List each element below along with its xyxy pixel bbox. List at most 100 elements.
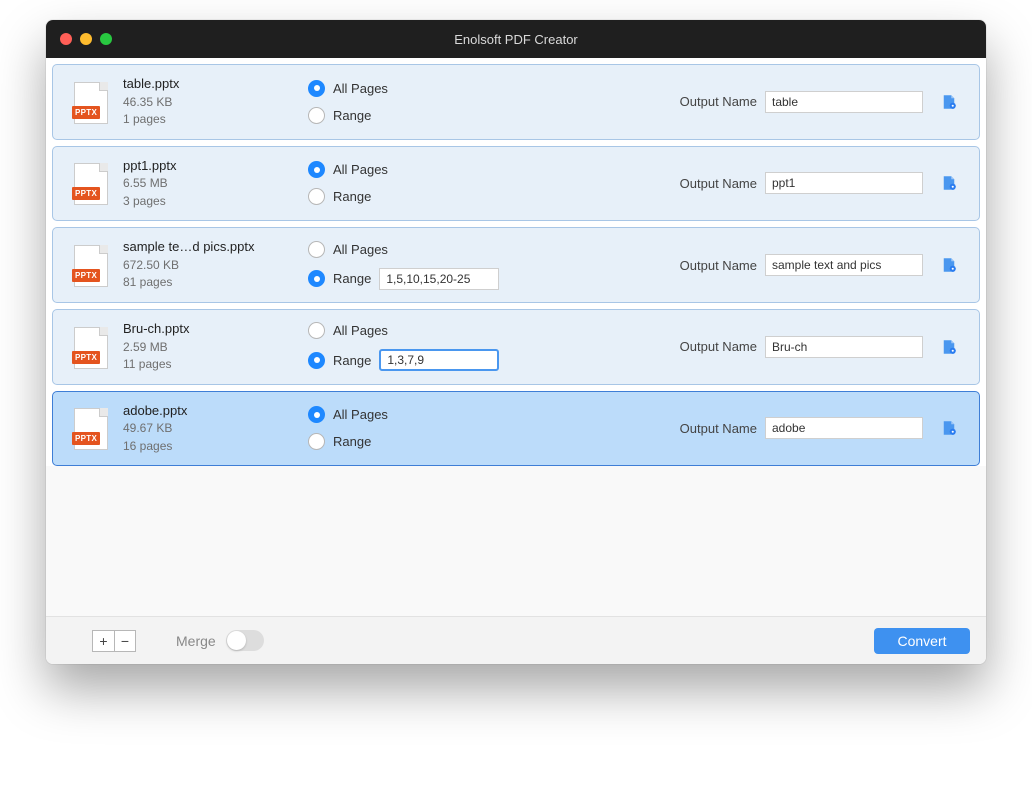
all-pages-label: All Pages <box>333 242 388 257</box>
file-type-icon: PPTX <box>69 406 113 450</box>
output-name-label: Output Name <box>680 339 757 354</box>
all-pages-option[interactable]: All Pages <box>308 241 548 258</box>
output-name-label: Output Name <box>680 94 757 109</box>
output-name-group: Output Name <box>680 172 923 194</box>
range-option[interactable]: Range <box>308 107 548 124</box>
file-name: sample te…d pics.pptx <box>123 238 308 257</box>
file-meta: ppt1.pptx 6.55 MB 3 pages <box>123 157 308 211</box>
page-range-group: All Pages Range <box>308 406 548 450</box>
all-pages-label: All Pages <box>333 81 388 96</box>
file-size: 49.67 KB <box>123 420 308 437</box>
row-settings-icon[interactable] <box>935 93 963 111</box>
file-pages: 81 pages <box>123 274 308 291</box>
convert-button[interactable]: Convert <box>874 628 970 654</box>
page-range-group: All Pages Range <box>308 241 548 290</box>
file-name: Bru-ch.pptx <box>123 320 308 339</box>
file-badge: PPTX <box>72 106 100 119</box>
row-settings-icon[interactable] <box>935 338 963 356</box>
range-input[interactable] <box>379 349 499 371</box>
file-badge: PPTX <box>72 187 100 200</box>
file-pages: 1 pages <box>123 111 308 128</box>
titlebar: Enolsoft PDF Creator <box>46 20 986 58</box>
all-pages-label: All Pages <box>333 407 388 422</box>
output-name-group: Output Name <box>680 254 923 276</box>
range-radio[interactable] <box>308 433 325 450</box>
range-option[interactable]: Range <box>308 349 548 371</box>
range-radio[interactable] <box>308 352 325 369</box>
all-pages-radio[interactable] <box>308 80 325 97</box>
file-type-icon: PPTX <box>69 325 113 369</box>
file-row[interactable]: PPTX table.pptx 46.35 KB 1 pages All Pag… <box>52 64 980 140</box>
remove-file-button[interactable]: − <box>114 630 136 652</box>
output-name-group: Output Name <box>680 91 923 113</box>
window-title: Enolsoft PDF Creator <box>46 32 986 47</box>
all-pages-radio[interactable] <box>308 406 325 423</box>
output-name-group: Output Name <box>680 336 923 358</box>
file-row[interactable]: PPTX adobe.pptx 49.67 KB 16 pages All Pa… <box>52 391 980 467</box>
file-size: 6.55 MB <box>123 175 308 192</box>
file-size: 672.50 KB <box>123 257 308 274</box>
all-pages-radio[interactable] <box>308 161 325 178</box>
all-pages-label: All Pages <box>333 323 388 338</box>
file-badge: PPTX <box>72 351 100 364</box>
range-option[interactable]: Range <box>308 433 548 450</box>
range-option[interactable]: Range <box>308 268 548 290</box>
range-label: Range <box>333 271 371 286</box>
output-name-input[interactable] <box>765 172 923 194</box>
all-pages-option[interactable]: All Pages <box>308 80 548 97</box>
range-label: Range <box>333 434 371 449</box>
file-meta: Bru-ch.pptx 2.59 MB 11 pages <box>123 320 308 374</box>
file-meta: table.pptx 46.35 KB 1 pages <box>123 75 308 129</box>
all-pages-label: All Pages <box>333 162 388 177</box>
file-row[interactable]: PPTX Bru-ch.pptx 2.59 MB 11 pages All Pa… <box>52 309 980 385</box>
file-list: PPTX table.pptx 46.35 KB 1 pages All Pag… <box>46 58 986 466</box>
output-name-input[interactable] <box>765 417 923 439</box>
range-label: Range <box>333 353 371 368</box>
all-pages-radio[interactable] <box>308 241 325 258</box>
output-name-input[interactable] <box>765 254 923 276</box>
footer-toolbar: + − Merge Convert <box>46 616 986 664</box>
page-range-group: All Pages Range <box>308 322 548 371</box>
range-input[interactable] <box>379 268 499 290</box>
range-radio[interactable] <box>308 270 325 287</box>
output-name-label: Output Name <box>680 176 757 191</box>
range-option[interactable]: Range <box>308 188 548 205</box>
file-row[interactable]: PPTX ppt1.pptx 6.55 MB 3 pages All Pages… <box>52 146 980 222</box>
output-name-input[interactable] <box>765 336 923 358</box>
range-label: Range <box>333 108 371 123</box>
file-pages: 3 pages <box>123 193 308 210</box>
output-name-group: Output Name <box>680 417 923 439</box>
file-badge: PPTX <box>72 269 100 282</box>
range-radio[interactable] <box>308 188 325 205</box>
file-badge: PPTX <box>72 432 100 445</box>
file-type-icon: PPTX <box>69 161 113 205</box>
file-size: 46.35 KB <box>123 94 308 111</box>
add-file-button[interactable]: + <box>92 630 114 652</box>
file-meta: sample te…d pics.pptx 672.50 KB 81 pages <box>123 238 308 292</box>
add-remove-group: + − <box>92 630 136 652</box>
file-meta: adobe.pptx 49.67 KB 16 pages <box>123 402 308 456</box>
all-pages-option[interactable]: All Pages <box>308 406 548 423</box>
range-radio[interactable] <box>308 107 325 124</box>
merge-toggle[interactable] <box>226 630 264 651</box>
row-settings-icon[interactable] <box>935 256 963 274</box>
file-pages: 11 pages <box>123 356 308 373</box>
all-pages-option[interactable]: All Pages <box>308 161 548 178</box>
range-label: Range <box>333 189 371 204</box>
output-name-input[interactable] <box>765 91 923 113</box>
page-range-group: All Pages Range <box>308 161 548 205</box>
merge-label: Merge <box>176 633 216 649</box>
file-pages: 16 pages <box>123 438 308 455</box>
toggle-knob <box>227 631 246 650</box>
file-type-icon: PPTX <box>69 243 113 287</box>
row-settings-icon[interactable] <box>935 419 963 437</box>
file-name: table.pptx <box>123 75 308 94</box>
row-settings-icon[interactable] <box>935 174 963 192</box>
file-name: adobe.pptx <box>123 402 308 421</box>
output-name-label: Output Name <box>680 258 757 273</box>
app-window: Enolsoft PDF Creator PPTX table.pptx 46.… <box>46 20 986 664</box>
all-pages-option[interactable]: All Pages <box>308 322 548 339</box>
file-row[interactable]: PPTX sample te…d pics.pptx 672.50 KB 81 … <box>52 227 980 303</box>
file-size: 2.59 MB <box>123 339 308 356</box>
all-pages-radio[interactable] <box>308 322 325 339</box>
